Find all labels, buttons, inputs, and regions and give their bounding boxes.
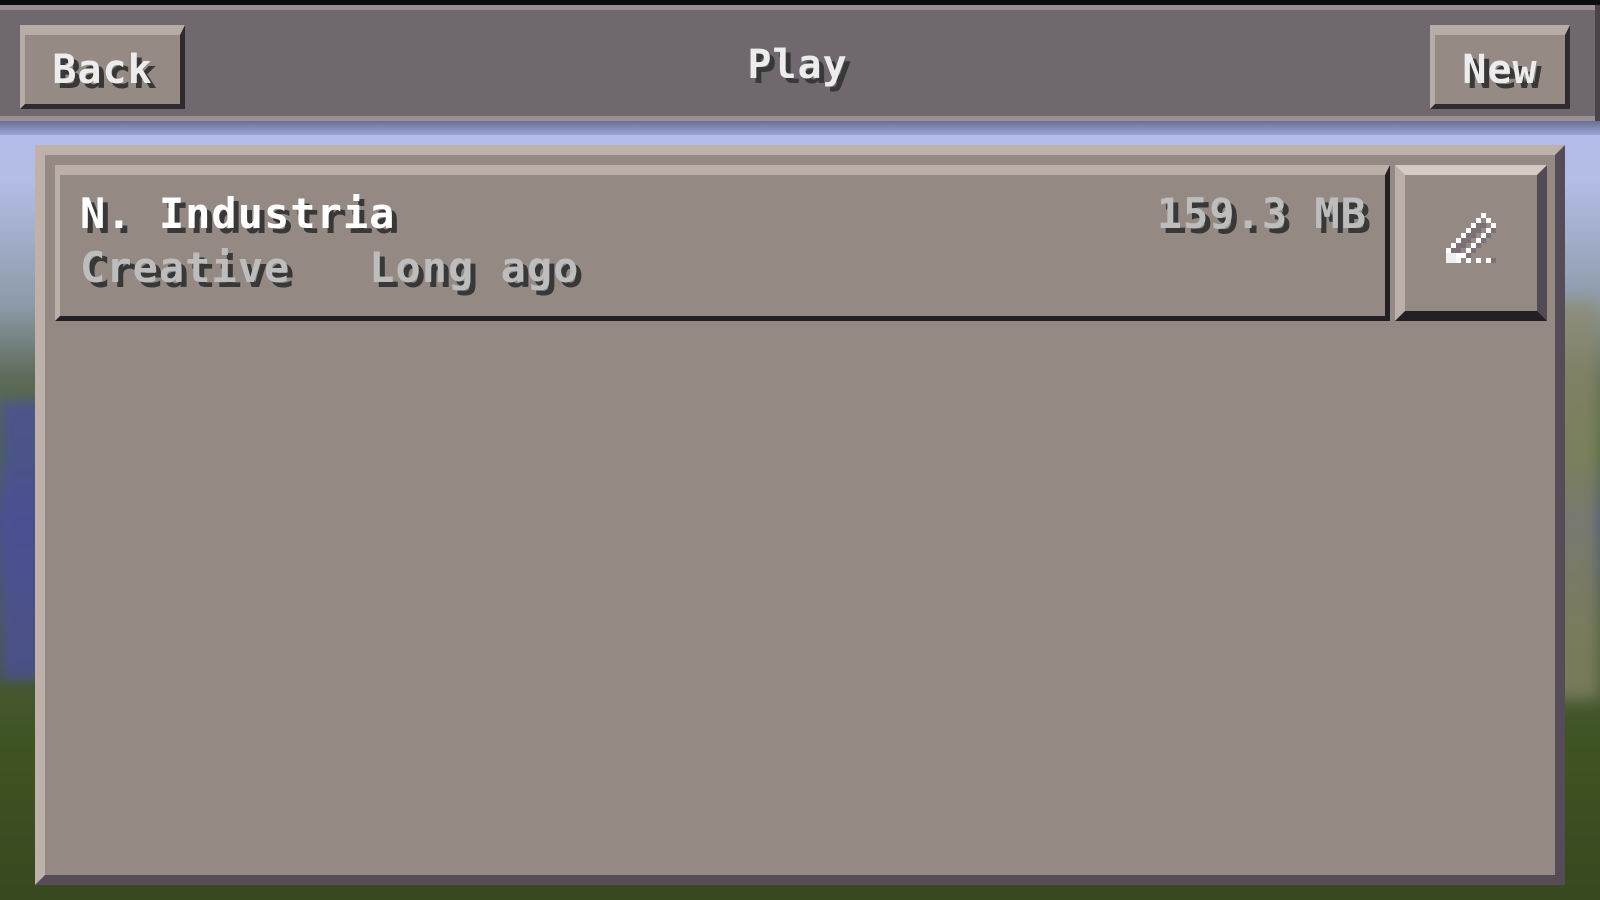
top-bar-inner: Back Play New bbox=[0, 5, 1600, 121]
top-bar-shadow bbox=[0, 121, 1600, 135]
page-title: Play bbox=[747, 42, 848, 88]
world-meta: Creative Long ago bbox=[80, 243, 579, 292]
top-bar: Back Play New bbox=[0, 0, 1600, 130]
world-last-played: Long ago bbox=[369, 243, 580, 292]
world-mode: Creative bbox=[80, 243, 291, 292]
world-list-item[interactable]: N. Industria 159.3 MB Creative Long ago bbox=[55, 165, 1390, 321]
new-world-button[interactable]: New bbox=[1430, 25, 1570, 109]
pencil-icon bbox=[1446, 213, 1496, 263]
world-list-panel: N. Industria 159.3 MB Creative Long ago bbox=[35, 145, 1565, 885]
edit-world-button[interactable] bbox=[1395, 165, 1547, 321]
world-size: 159.3 MB bbox=[1156, 189, 1367, 238]
world-name: N. Industria bbox=[80, 189, 396, 238]
